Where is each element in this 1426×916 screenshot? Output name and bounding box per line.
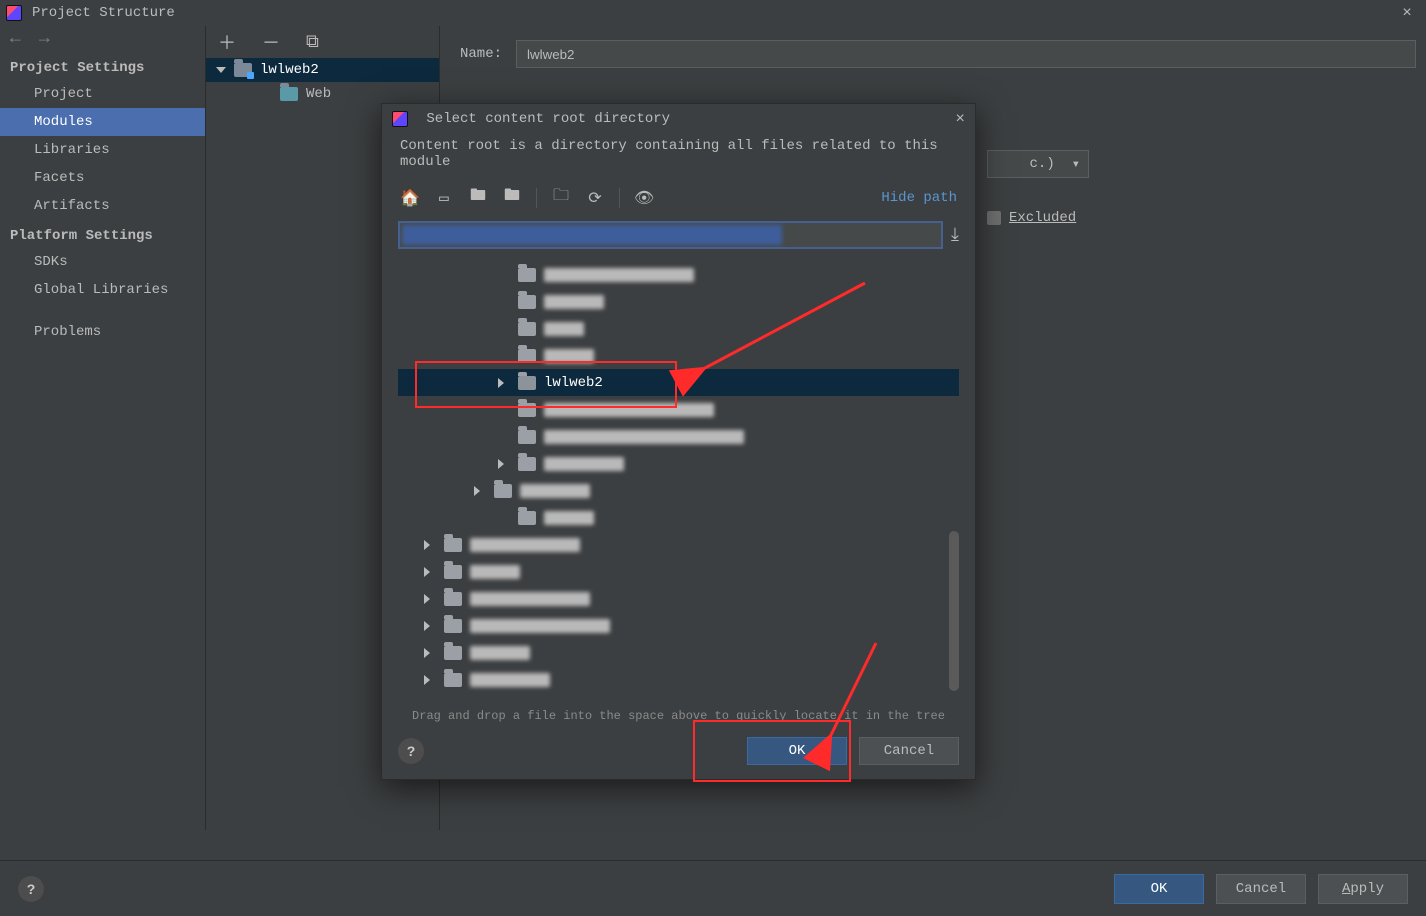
nav-history: ← → — [0, 26, 205, 52]
chevron-down-icon: ▾ — [1072, 156, 1080, 173]
sidebar-item-libraries[interactable]: Libraries — [0, 136, 205, 164]
folder-icon — [518, 376, 536, 390]
excluded-folder-marker[interactable]: Excluded — [987, 210, 1076, 226]
path-row: ⤓ — [382, 217, 975, 257]
sidebar-item-problems[interactable]: Problems — [0, 318, 205, 346]
separator — [536, 188, 537, 208]
intellij-icon — [6, 5, 22, 21]
save-path-icon[interactable]: ⤓ — [951, 225, 959, 246]
dialog-close-icon[interactable]: × — [955, 110, 965, 128]
excluded-icon — [987, 211, 1001, 225]
sidebar-item-artifacts[interactable]: Artifacts — [0, 192, 205, 220]
nav-back-icon[interactable]: ← — [10, 29, 21, 49]
name-label: Name: — [460, 46, 502, 62]
scrollbar[interactable] — [949, 531, 959, 691]
cancel-button[interactable]: Cancel — [1216, 874, 1306, 904]
dropdown-tail-text: c.) — [1030, 156, 1055, 172]
apply-button[interactable]: Apply — [1318, 874, 1408, 904]
path-selected-text — [402, 225, 782, 245]
web-facet-icon — [280, 87, 298, 101]
dialog-ok-button[interactable]: OK — [747, 737, 847, 765]
apply-tail: pply — [1350, 881, 1384, 897]
directory-tree[interactable]: lwlweb2 — [398, 261, 959, 701]
sidebar-item-project[interactable]: Project — [0, 80, 205, 108]
excluded-label: Excluded — [1009, 210, 1076, 226]
expand-icon — [216, 67, 226, 73]
help-icon[interactable]: ? — [18, 876, 44, 902]
desktop-icon[interactable]: ▭ — [434, 188, 454, 208]
project-dir-icon[interactable]: 🖿 — [468, 184, 488, 211]
select-directory-dialog: Select content root directory × Content … — [381, 103, 976, 780]
titlebar: Project Structure × — [0, 0, 1426, 26]
path-input[interactable] — [398, 221, 943, 249]
ok-button[interactable]: OK — [1114, 874, 1204, 904]
expand-icon[interactable] — [498, 378, 504, 388]
settings-sidebar: ← → Project Settings Project Modules Lib… — [0, 26, 206, 830]
separator — [619, 188, 620, 208]
dialog-button-row: ? OK Cancel — [382, 729, 975, 777]
module-folder-icon — [234, 63, 252, 77]
new-folder-icon[interactable]: 🗀 — [551, 184, 571, 211]
section-project-settings: Project Settings — [0, 52, 205, 80]
sidebar-item-facets[interactable]: Facets — [0, 164, 205, 192]
drag-drop-hint: Drag and drop a file into the space abov… — [382, 705, 975, 729]
intellij-icon — [392, 111, 408, 127]
bottom-bar: ? OK Cancel Apply — [0, 860, 1426, 916]
show-hidden-icon[interactable]: 👁 — [634, 188, 654, 208]
module-name-input[interactable] — [516, 40, 1416, 68]
module-tree-root[interactable]: lwlweb2 — [206, 58, 439, 82]
home-icon[interactable]: 🏠 — [400, 188, 420, 208]
selected-directory-row[interactable]: lwlweb2 — [398, 369, 959, 396]
nav-forward-icon[interactable]: → — [39, 29, 50, 49]
refresh-icon[interactable]: ⟳ — [585, 188, 605, 208]
dialog-cancel-button[interactable]: Cancel — [859, 737, 959, 765]
remove-module-icon[interactable]: － — [262, 29, 280, 55]
hide-path-link[interactable]: Hide path — [881, 190, 957, 206]
dialog-titlebar: Select content root directory × — [382, 104, 975, 134]
module-toolbar: ＋ － ⧉ — [206, 26, 439, 58]
language-level-dropdown-tail[interactable]: c.) ▾ — [987, 150, 1089, 178]
window-title: Project Structure — [32, 5, 175, 21]
window-close-icon[interactable]: × — [1394, 4, 1420, 22]
sidebar-item-sdks[interactable]: SDKs — [0, 248, 205, 276]
dialog-description: Content root is a directory containing a… — [382, 134, 975, 178]
sidebar-item-global-libraries[interactable]: Global Libraries — [0, 276, 205, 304]
module-editor-main: Name: — [460, 40, 1416, 68]
module-tree-root-label: lwlweb2 — [260, 62, 319, 78]
module-tree-child-label: Web — [306, 86, 331, 102]
help-icon[interactable]: ? — [398, 738, 424, 764]
dialog-title: Select content root directory — [426, 111, 670, 127]
module-dir-icon[interactable]: 🖿 — [502, 184, 522, 211]
sidebar-item-modules[interactable]: Modules — [0, 108, 205, 136]
copy-module-icon[interactable]: ⧉ — [306, 32, 319, 53]
section-platform-settings: Platform Settings — [0, 220, 205, 248]
selected-directory-label: lwlweb2 — [544, 375, 603, 391]
dialog-toolbar: 🏠 ▭ 🖿 🖿 🗀 ⟳ 👁 Hide path — [382, 178, 975, 217]
add-module-icon[interactable]: ＋ — [218, 29, 236, 55]
